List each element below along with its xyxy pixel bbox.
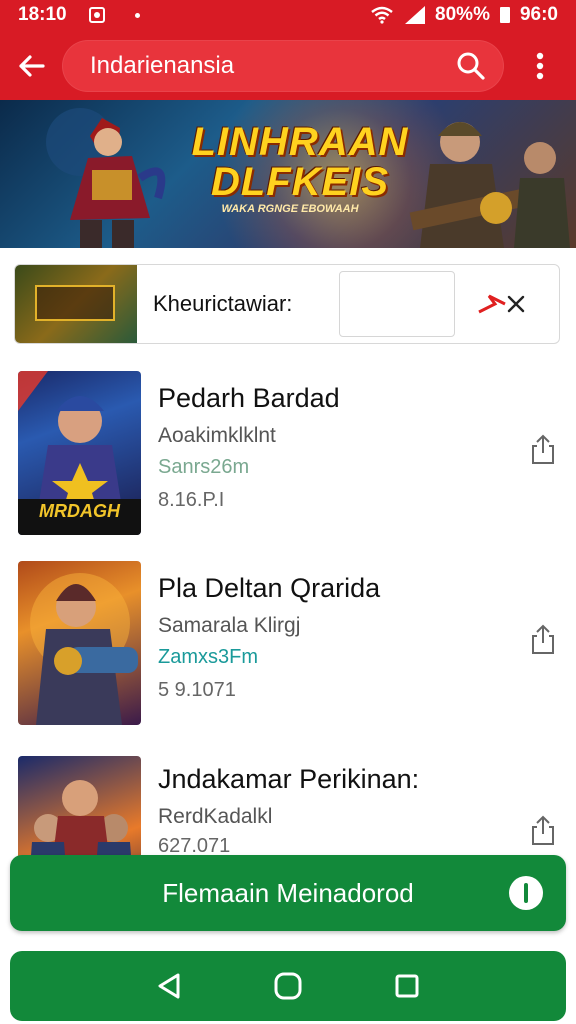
square-recents-icon xyxy=(395,974,419,998)
item-developer: RerdKadalkl xyxy=(158,805,273,828)
clear-result-button[interactable] xyxy=(477,292,525,316)
banner-title-line2: DLFKEIS xyxy=(210,160,390,204)
primary-action-label: Flemaain Meinadorod xyxy=(162,877,414,908)
result-thumbnail-label xyxy=(35,285,115,321)
battery-percent: 80%% xyxy=(435,4,490,25)
item-cover-image xyxy=(18,756,141,856)
item-cover-image: MRDAGH xyxy=(18,371,141,535)
list-item[interactable]: Pla Deltan Qrarida Samarala Klirgj Zamxs… xyxy=(18,561,558,725)
share-icon[interactable] xyxy=(530,433,556,465)
circle-home-icon xyxy=(274,972,302,1000)
notification-icon xyxy=(88,7,105,23)
item-version: 627.071 xyxy=(158,835,231,856)
status-dot-icon xyxy=(134,12,140,18)
item-developer: Aoakimklklnt xyxy=(158,424,276,447)
list-item[interactable]: Jndakamar Perikinan: RerdKadalkl 627.071 xyxy=(18,756,558,856)
wifi-icon xyxy=(371,6,393,24)
arrow-left-icon xyxy=(19,55,45,77)
banner-hero-left-image xyxy=(46,108,166,248)
more-vert-icon xyxy=(536,52,544,80)
banner-title-line1: LINHRAAN xyxy=(191,120,409,164)
arrow-icon xyxy=(478,294,506,314)
item-meta: Jndakamar Perikinan: RerdKadalkl 627.071 xyxy=(158,764,419,856)
item-developer: Samarala Klirgj xyxy=(158,614,301,637)
search-icon[interactable] xyxy=(456,51,486,81)
share-icon[interactable] xyxy=(530,623,556,655)
info-icon[interactable] xyxy=(508,875,544,911)
nav-back-button[interactable] xyxy=(149,966,189,1006)
item-cover-image xyxy=(18,561,141,725)
banner-title: LINHRAAN DLFKEIS xyxy=(190,122,410,202)
banner-subtitle: WAKA RGNGE EBOWAAH xyxy=(221,203,359,215)
result-thumbnail xyxy=(15,265,137,343)
triangle-back-icon xyxy=(158,973,180,999)
item-name: Pedarh Bardad xyxy=(158,383,340,413)
item-cover-art xyxy=(30,573,138,725)
result-input-field[interactable] xyxy=(339,271,455,337)
back-button[interactable] xyxy=(0,30,62,102)
result-label: Kheurictawiar: xyxy=(153,291,293,316)
status-time: 18:10 xyxy=(18,4,67,25)
item-meta: Pedarh Bardad Aoakimklklnt Sanrs26m 8.16… xyxy=(158,383,340,512)
nav-home-button[interactable] xyxy=(268,966,308,1006)
item-cover-art xyxy=(30,780,132,856)
app-bar: Indarienansia xyxy=(0,30,576,102)
list-item[interactable]: MRDAGH Pedarh Bardad Aoakimklklnt Sanrs2… xyxy=(18,371,558,535)
share-icon[interactable] xyxy=(530,814,556,846)
status-bar: 18:10 80%% 96:0 xyxy=(0,0,576,30)
primary-action-button[interactable]: Flemaain Meinadorod xyxy=(10,855,566,931)
nav-recents-button[interactable] xyxy=(387,966,427,1006)
item-name: Pla Deltan Qrarida xyxy=(158,573,381,603)
status-clock-right: 96:0 xyxy=(519,4,558,25)
battery-icon xyxy=(499,7,510,23)
signal-icon xyxy=(405,6,426,24)
search-result-card[interactable]: Kheurictawiar: xyxy=(14,264,560,344)
more-options-button[interactable] xyxy=(504,30,576,102)
search-input[interactable]: Indarienansia xyxy=(62,40,504,92)
search-query: Indarienansia xyxy=(90,52,235,79)
promo-banner[interactable]: LINHRAAN DLFKEIS WAKA RGNGE EBOWAAH xyxy=(0,100,576,248)
item-size: Zamxs3Fm xyxy=(158,646,258,668)
item-cover-text: MRDAGH xyxy=(39,501,120,521)
banner-hero-right-image xyxy=(409,122,570,248)
item-name: Jndakamar Perikinan: xyxy=(158,764,420,794)
close-icon xyxy=(507,295,525,313)
item-size: Sanrs26m xyxy=(158,456,250,478)
item-version: 5 9.1071 xyxy=(158,679,236,701)
item-version: 8.16.P.I xyxy=(158,489,225,511)
navigation-bar xyxy=(10,951,566,1021)
item-meta: Pla Deltan Qrarida Samarala Klirgj Zamxs… xyxy=(158,573,380,702)
